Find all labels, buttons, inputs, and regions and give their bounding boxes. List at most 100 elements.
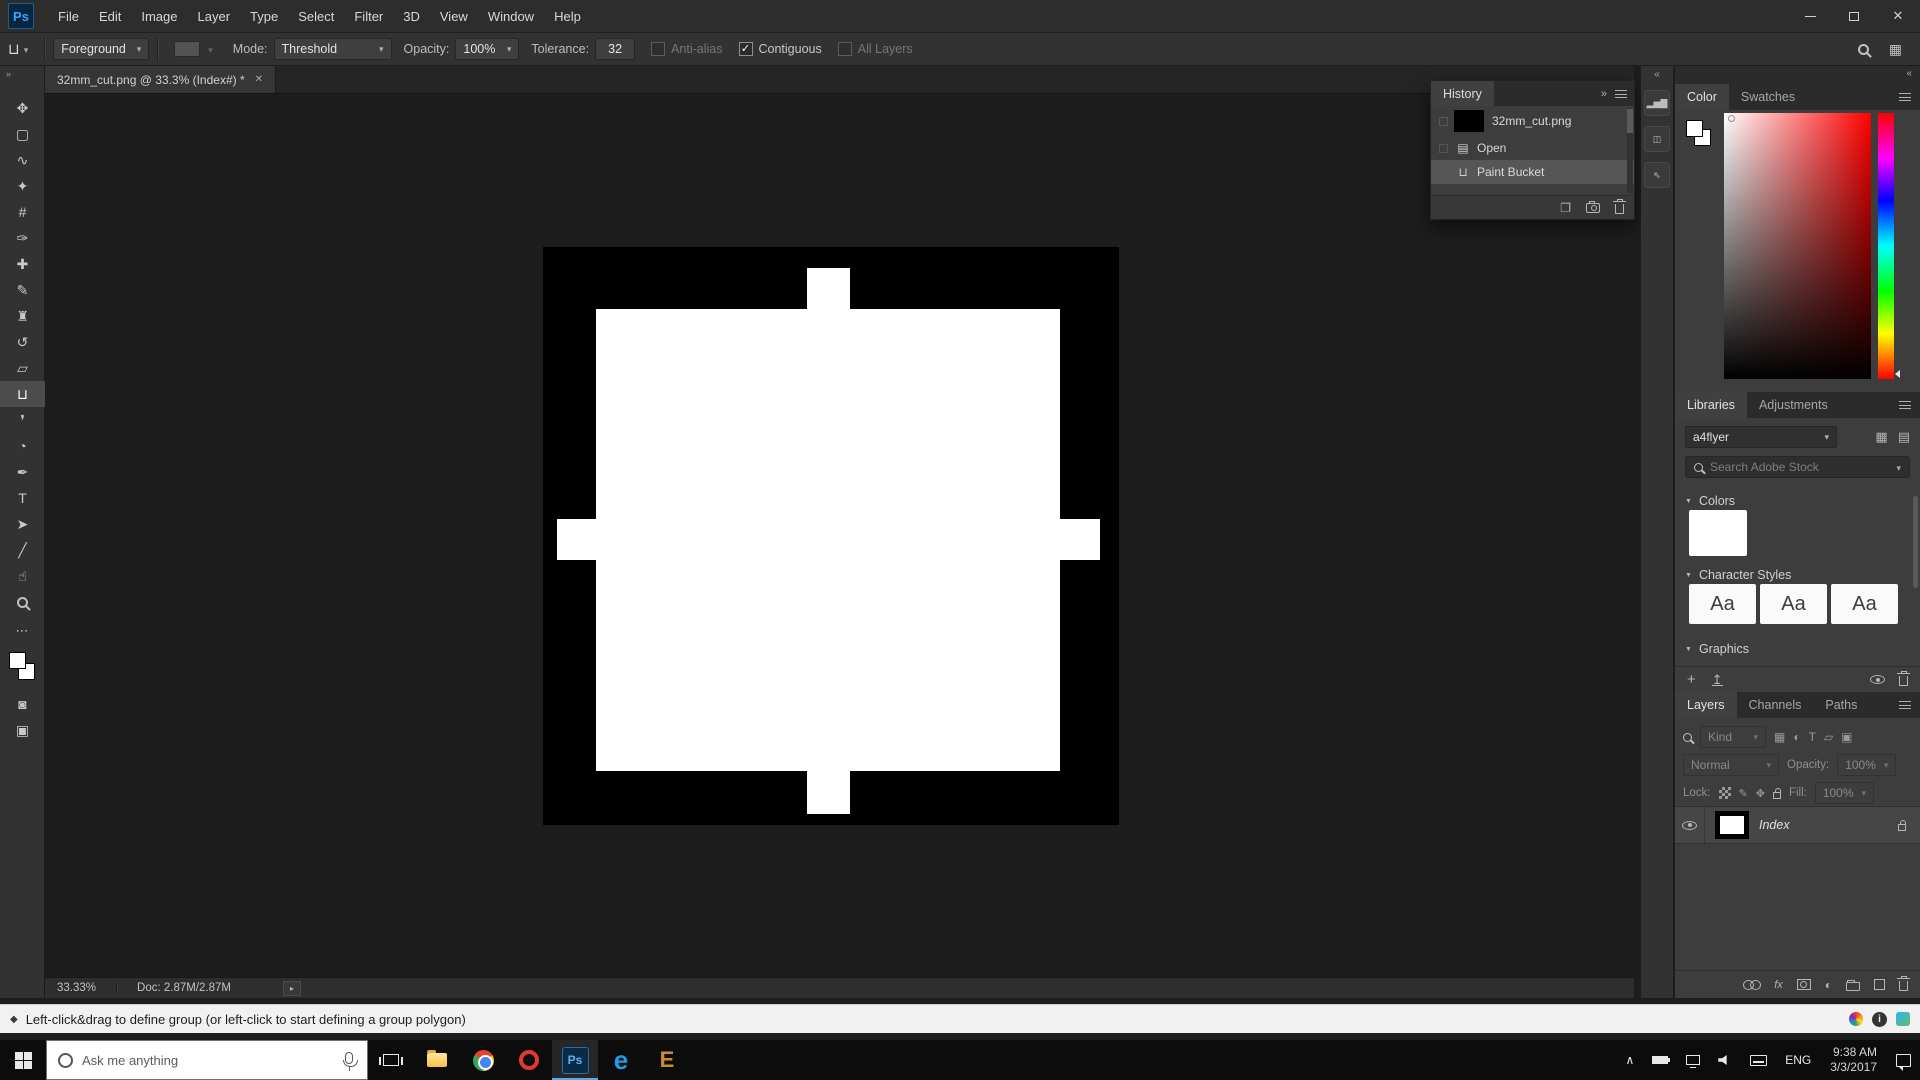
histogram-panel-icon[interactable]: ▂▅▇ (1644, 90, 1670, 116)
type-tool-icon[interactable]: T (0, 485, 45, 511)
character-styles-section-header[interactable]: Character Styles (1685, 568, 1791, 582)
libraries-scrollbar[interactable] (1913, 496, 1918, 588)
blur-tool-icon[interactable]: ❜ (0, 407, 45, 433)
menu-view[interactable]: View (430, 0, 478, 32)
tab-close-icon[interactable]: ✕ (255, 74, 263, 85)
filter-smart-objects-icon[interactable]: ▣ (1841, 730, 1852, 744)
upload-icon[interactable]: ↥ (1712, 674, 1723, 686)
search-icon[interactable] (1858, 44, 1869, 55)
character-style-item[interactable]: Aa (1831, 584, 1898, 624)
layer-row[interactable]: Index (1675, 806, 1920, 844)
color-fg-bg-swatches[interactable] (1683, 116, 1723, 156)
canvas-area[interactable] (45, 94, 1634, 977)
library-search-box[interactable] (1685, 456, 1910, 478)
tab-adjustments[interactable]: Adjustments (1747, 392, 1840, 418)
layer-visibility-cell[interactable] (1675, 807, 1705, 843)
filter-adjustment-layers-icon[interactable]: ◐ (1793, 730, 1800, 744)
menu-layer[interactable]: Layer (188, 0, 241, 32)
quick-selection-tool-icon[interactable]: ✦ (0, 173, 45, 199)
menu-window[interactable]: Window (478, 0, 544, 32)
eyedropper-tool-icon[interactable]: ✑ (0, 225, 45, 251)
workspace-switcher-icon[interactable]: ▦ (1889, 41, 1902, 58)
add-content-icon[interactable]: + (1687, 671, 1696, 688)
close-button[interactable]: ✕ (1876, 0, 1920, 32)
filter-pixel-layers-icon[interactable]: ▦ (1774, 730, 1785, 744)
lasso-tool-icon[interactable]: ∿ (0, 147, 45, 173)
layer-effects-icon[interactable]: fx (1774, 979, 1783, 991)
quick-mask-icon[interactable]: ◙ (0, 691, 45, 717)
panel-menu[interactable] (1899, 84, 1920, 110)
link-layers-icon[interactable] (1743, 980, 1760, 989)
chrome-button[interactable] (460, 1040, 506, 1080)
pen-tool-icon[interactable]: ✒ (0, 459, 45, 485)
saturation-brightness-field[interactable] (1724, 113, 1871, 379)
toolbar-expand-icon[interactable]: » (0, 66, 44, 84)
menu-3d[interactable]: 3D (393, 0, 430, 32)
photoshop-taskbar-button[interactable]: Ps (552, 1040, 598, 1080)
healing-brush-tool-icon[interactable]: ✚ (0, 251, 45, 277)
new-snapshot-icon[interactable] (1586, 203, 1600, 213)
tab-paths[interactable]: Paths (1813, 692, 1869, 718)
info-panel-icon[interactable]: ◫ (1644, 126, 1670, 152)
panel-menu[interactable] (1899, 392, 1920, 418)
color-picker-marker[interactable] (1728, 115, 1735, 122)
new-group-icon[interactable] (1846, 982, 1860, 991)
actions-panel-icon[interactable]: ⇖ (1644, 162, 1670, 188)
maximize-button[interactable] (1832, 0, 1876, 32)
screen-mode-icon[interactable]: ▣ (0, 717, 45, 743)
opacity-dropdown[interactable]: 100% (455, 38, 519, 60)
library-color-swatch[interactable] (1689, 510, 1747, 556)
all-layers-checkbox[interactable]: All Layers (838, 42, 913, 56)
filter-type-layers-icon[interactable]: T (1809, 730, 1816, 744)
contiguous-checkbox[interactable]: ✓ Contiguous (739, 42, 822, 56)
canvas-image[interactable] (543, 247, 1119, 825)
antialias-checkbox[interactable]: Anti-alias (651, 42, 722, 56)
hue-slider-marker[interactable] (1895, 370, 1900, 378)
blend-mode-dropdown[interactable]: Normal (1683, 754, 1779, 776)
touch-keyboard-button[interactable] (1741, 1040, 1776, 1080)
document-tab[interactable]: 32mm_cut.png @ 33.3% (Index#) * ✕ (45, 66, 276, 93)
tab-swatches[interactable]: Swatches (1729, 84, 1807, 110)
history-state-row-selected[interactable]: ⊔ Paint Bucket (1431, 160, 1634, 184)
edit-toolbar-icon[interactable]: ⋯ (0, 621, 44, 641)
tool-preset-picker[interactable]: ⊔ (8, 40, 28, 58)
delete-state-icon[interactable] (1615, 204, 1624, 214)
collapse-panel-icon[interactable]: » (1601, 88, 1607, 100)
layer-opacity-dropdown[interactable]: 100% (1837, 754, 1896, 776)
red-app-button[interactable] (506, 1040, 552, 1080)
lock-all-icon[interactable] (1773, 792, 1781, 799)
move-tool-icon[interactable]: ✥ (0, 95, 45, 121)
layer-thumbnail[interactable] (1715, 811, 1749, 839)
graphics-section-header[interactable]: Graphics (1685, 642, 1749, 656)
history-brush-tool-icon[interactable]: ↺ (0, 329, 45, 355)
tab-channels[interactable]: Channels (1737, 692, 1814, 718)
tab-libraries[interactable]: Libraries (1675, 392, 1747, 418)
hand-tool-icon[interactable]: ☝ (0, 563, 45, 589)
colors-section-header[interactable]: Colors (1685, 494, 1735, 508)
character-style-item[interactable]: Aa (1689, 584, 1756, 624)
library-select[interactable]: a4flyer (1685, 426, 1837, 448)
list-view-icon[interactable]: ▤ (1898, 429, 1910, 445)
lock-transparency-icon[interactable] (1719, 787, 1731, 799)
clone-stamp-tool-icon[interactable]: ♜ (0, 303, 45, 329)
layer-name[interactable]: Index (1759, 818, 1790, 832)
panel-menu[interactable] (1899, 692, 1920, 718)
foreground-color-swatch[interactable] (9, 652, 26, 669)
grid-view-icon[interactable]: ▦ (1875, 429, 1887, 445)
taskbar-search-box[interactable] (46, 1040, 368, 1080)
network-button[interactable] (1677, 1040, 1709, 1080)
status-options-icon[interactable]: ▸ (283, 981, 301, 996)
task-view-button[interactable] (368, 1040, 414, 1080)
fill-source-dropdown[interactable]: Foreground (53, 38, 149, 60)
history-source-icon[interactable] (1435, 164, 1451, 180)
menu-help[interactable]: Help (544, 0, 591, 32)
start-button[interactable] (0, 1040, 46, 1080)
microphone-icon[interactable] (345, 1052, 353, 1064)
droplet-icon[interactable] (1849, 1012, 1863, 1026)
action-center-button[interactable] (1887, 1040, 1920, 1080)
filter-kind-dropdown[interactable]: Kind (1700, 726, 1766, 748)
editor-app-button[interactable]: E (644, 1040, 690, 1080)
menu-select[interactable]: Select (288, 0, 344, 32)
eraser-tool-icon[interactable]: ▱ (0, 355, 45, 381)
fill-dropdown[interactable]: 100% (1815, 782, 1874, 804)
